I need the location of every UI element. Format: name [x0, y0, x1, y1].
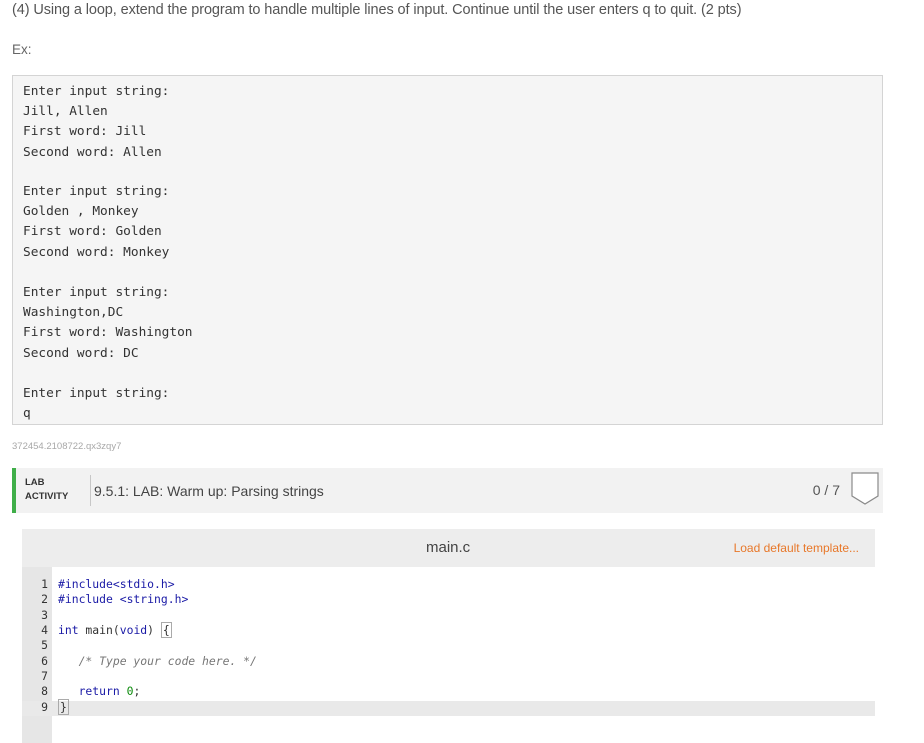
line-number: 2 — [22, 592, 48, 607]
code-text: int main(void) { — [58, 623, 172, 638]
example-line: First word: Golden — [23, 222, 169, 242]
line-number: 6 — [22, 654, 48, 669]
activity-tag-lab: LAB — [25, 476, 68, 490]
example-line: q — [23, 404, 169, 424]
code-token: ) — [147, 623, 161, 637]
matched-brace: { — [161, 622, 172, 638]
activity-tag-activity: ACTIVITY — [25, 490, 68, 504]
code-line[interactable]: 7 — [22, 669, 875, 684]
code-token-type: void — [120, 623, 147, 637]
line-number: 9 — [22, 700, 48, 715]
line-number: 3 — [22, 608, 48, 623]
code-line[interactable]: 8 return 0; — [22, 684, 875, 699]
line-number: 7 — [22, 669, 48, 684]
code-line[interactable]: 1 #include<stdio.h> — [22, 577, 875, 592]
example-output-box: Enter input string:Jill, AllenFirst word… — [12, 75, 883, 425]
example-block-1: Enter input string:Jill, AllenFirst word… — [23, 82, 169, 163]
score-text: 0 / 7 — [813, 482, 840, 498]
code-text: } — [58, 700, 69, 715]
code-text: #include <string.h> — [58, 592, 188, 607]
matched-brace: } — [58, 699, 69, 715]
code-line[interactable]: 4 int main(void) { — [22, 623, 875, 638]
example-line: Second word: Monkey — [23, 243, 169, 263]
editor-toolbar: main.c Load default template... — [22, 529, 875, 567]
example-block-2: Enter input string:Golden , MonkeyFirst … — [23, 182, 169, 263]
code-line[interactable]: 5 — [22, 638, 875, 653]
activity-tag: LAB ACTIVITY — [25, 476, 68, 504]
load-default-template-link[interactable]: Load default template... — [734, 541, 859, 555]
code-token-type: int — [58, 623, 79, 637]
example-line: Jill, Allen — [23, 102, 169, 122]
example-line: First word: Jill — [23, 122, 169, 142]
example-label: Ex: — [12, 42, 32, 57]
code-text: #include<stdio.h> — [58, 577, 175, 592]
line-number: 1 — [22, 577, 48, 592]
instruction-text: (4) Using a loop, extend the program to … — [12, 2, 741, 18]
code-line[interactable]: 6 /* Type your code here. */ — [22, 654, 875, 669]
code-token-keyword: return — [79, 684, 120, 698]
example-block-3: Enter input string:Washington,DCFirst wo… — [23, 283, 193, 364]
code-line[interactable]: 3 — [22, 608, 875, 623]
example-line: Washington,DC — [23, 303, 193, 323]
line-number: 4 — [22, 623, 48, 638]
lab-id-text: 372454.2108722.qx3zqy7 — [12, 441, 121, 452]
code-editor[interactable]: main.c Load default template... 1 #inclu… — [22, 529, 875, 743]
example-block-4: Enter input string:q — [23, 384, 169, 424]
code-line[interactable]: 9 } — [22, 700, 875, 715]
filename: main.c — [426, 539, 470, 556]
example-line: Second word: Allen — [23, 143, 169, 163]
example-line: Enter input string: — [23, 283, 193, 303]
code-token: main( — [79, 623, 120, 637]
header-divider — [90, 475, 91, 506]
example-line: Enter input string: — [23, 384, 169, 404]
code-token: ; — [133, 684, 140, 698]
example-line: Second word: DC — [23, 344, 193, 364]
example-line: Enter input string: — [23, 82, 169, 102]
example-line: Enter input string: — [23, 182, 169, 202]
completion-badge-icon — [851, 472, 879, 505]
example-line: First word: Washington — [23, 323, 193, 343]
example-line: Golden , Monkey — [23, 202, 169, 222]
line-number: 5 — [22, 638, 48, 653]
code-comment: /* Type your code here. */ — [58, 654, 257, 669]
lab-activity-header: LAB ACTIVITY 9.5.1: LAB: Warm up: Parsin… — [12, 468, 883, 513]
code-text: return 0; — [58, 684, 140, 699]
lab-title: 9.5.1: LAB: Warm up: Parsing strings — [94, 483, 324, 499]
line-number: 8 — [22, 684, 48, 699]
code-line[interactable]: 2 #include <string.h> — [22, 592, 875, 607]
